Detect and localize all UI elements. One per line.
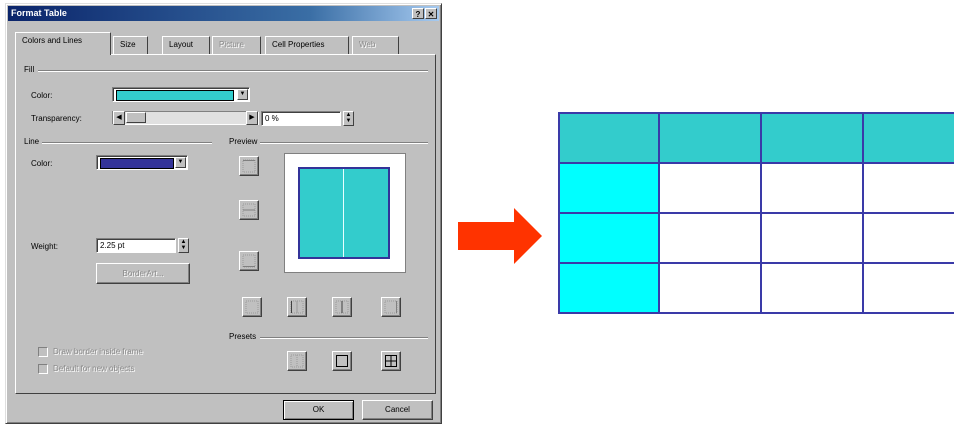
preset-none-icon bbox=[290, 354, 304, 368]
tab-web[interactable]: Web bbox=[352, 36, 399, 54]
scroll-right-icon[interactable]: ▶ bbox=[246, 111, 258, 125]
border-middle-icon bbox=[242, 203, 256, 217]
presets-separator bbox=[260, 337, 428, 339]
fill-color-dropdown[interactable]: ▼ bbox=[112, 87, 250, 102]
table-cell-header bbox=[658, 112, 762, 164]
table-row bbox=[558, 112, 954, 164]
weight-label: Weight: bbox=[31, 242, 58, 251]
preview-inner-line bbox=[343, 169, 344, 257]
table-cell bbox=[862, 212, 954, 264]
fill-color-swatch bbox=[116, 90, 234, 101]
chevron-down-icon[interactable]: ▼ bbox=[237, 89, 248, 100]
table-cell bbox=[760, 262, 864, 314]
scroll-left-icon[interactable]: ◀ bbox=[113, 111, 125, 125]
weight-input[interactable]: 2.25 pt bbox=[96, 238, 176, 253]
weight-spinner[interactable]: ▲ ▼ bbox=[178, 238, 189, 253]
table-cell bbox=[862, 262, 954, 314]
transparency-spinner[interactable]: ▲ ▼ bbox=[343, 111, 354, 126]
table-cell-header bbox=[558, 112, 660, 164]
transparency-label: Transparency: bbox=[31, 114, 82, 123]
preset-none-button[interactable] bbox=[287, 351, 307, 371]
border-bottom-icon bbox=[242, 254, 256, 268]
line-group-label: Line bbox=[24, 137, 40, 146]
fill-group-label: Fill bbox=[24, 65, 35, 74]
border-left-button[interactable] bbox=[287, 297, 307, 317]
preset-grid-button[interactable] bbox=[381, 351, 401, 371]
line-separator bbox=[42, 142, 212, 144]
preview-table bbox=[298, 167, 390, 259]
table-cell bbox=[862, 162, 954, 214]
table-cell-header bbox=[760, 112, 864, 164]
table-cell-first-col bbox=[558, 262, 660, 314]
border-center-icon bbox=[335, 300, 349, 314]
table-cell bbox=[658, 212, 762, 264]
border-center-button[interactable] bbox=[332, 297, 352, 317]
preset-box-icon bbox=[336, 355, 348, 367]
table-row bbox=[558, 162, 954, 214]
chevron-down-icon[interactable]: ▼ bbox=[175, 157, 186, 168]
border-bottom-button[interactable] bbox=[239, 251, 259, 271]
checkbox-box[interactable] bbox=[38, 364, 48, 374]
transparency-slider[interactable]: ◀ ▶ bbox=[112, 111, 259, 125]
tab-size[interactable]: Size bbox=[113, 36, 148, 54]
table-cell-header bbox=[862, 112, 954, 164]
preview-separator bbox=[260, 142, 428, 144]
result-table bbox=[558, 112, 954, 314]
border-top-button[interactable] bbox=[239, 156, 259, 176]
fill-separator bbox=[38, 70, 428, 72]
cancel-button[interactable]: Cancel bbox=[362, 400, 433, 420]
border-middle-button[interactable] bbox=[239, 200, 259, 220]
title-bar[interactable]: Format Table ? ✕ bbox=[8, 6, 439, 21]
border-left-icon bbox=[290, 300, 304, 314]
table-cell bbox=[760, 162, 864, 214]
ok-button[interactable]: OK bbox=[283, 400, 354, 420]
draw-border-inside-frame-checkbox[interactable]: Draw border inside frame bbox=[38, 347, 143, 357]
presets-group-label: Presets bbox=[229, 332, 257, 341]
tab-panel: Fill Color: ▼ Transparency: ◀ ▶ 0 % ▲ ▼ L… bbox=[15, 54, 436, 394]
preview-group-label: Preview bbox=[229, 137, 258, 146]
draw-border-inside-frame-label: Draw border inside frame bbox=[53, 347, 143, 357]
border-right-button[interactable] bbox=[381, 297, 401, 317]
border-diagonal-icon bbox=[245, 300, 259, 314]
transparency-input[interactable]: 0 % bbox=[261, 111, 341, 126]
border-right-icon bbox=[384, 300, 398, 314]
fill-color-label: Color: bbox=[31, 91, 53, 100]
default-for-new-objects-checkbox[interactable]: Default for new objects bbox=[38, 364, 134, 374]
preview-box bbox=[284, 153, 406, 273]
table-cell-first-col bbox=[558, 162, 660, 214]
table-row bbox=[558, 262, 954, 314]
table-cell-first-col bbox=[558, 212, 660, 264]
tab-cell-properties[interactable]: Cell Properties bbox=[265, 36, 349, 54]
format-table-dialog: Format Table ? ✕ Colors and Lines Size L… bbox=[5, 3, 442, 424]
table-cell bbox=[658, 262, 762, 314]
line-color-label: Color: bbox=[31, 159, 53, 168]
close-button[interactable]: ✕ bbox=[425, 8, 437, 19]
arrow-right-icon bbox=[458, 208, 542, 264]
table-cell bbox=[658, 162, 762, 214]
border-top-icon bbox=[242, 159, 256, 173]
tab-layout[interactable]: Layout bbox=[162, 36, 210, 54]
slider-thumb[interactable] bbox=[126, 112, 146, 123]
border-art-button[interactable]: BorderArt... bbox=[96, 263, 190, 284]
table-cell bbox=[760, 212, 864, 264]
line-color-dropdown[interactable]: ▼ bbox=[96, 155, 188, 170]
preset-box-button[interactable] bbox=[332, 351, 352, 371]
tab-picture[interactable]: Picture bbox=[212, 36, 261, 54]
default-for-new-objects-label: Default for new objects bbox=[53, 364, 135, 374]
table-row bbox=[558, 212, 954, 264]
preset-grid-icon bbox=[385, 355, 397, 367]
checkbox-box[interactable] bbox=[38, 347, 48, 357]
line-color-swatch bbox=[100, 158, 174, 169]
border-none-button[interactable] bbox=[242, 297, 262, 317]
dialog-title: Format Table bbox=[11, 8, 67, 18]
help-button[interactable]: ? bbox=[412, 8, 424, 19]
tab-colors-and-lines[interactable]: Colors and Lines bbox=[15, 32, 111, 55]
